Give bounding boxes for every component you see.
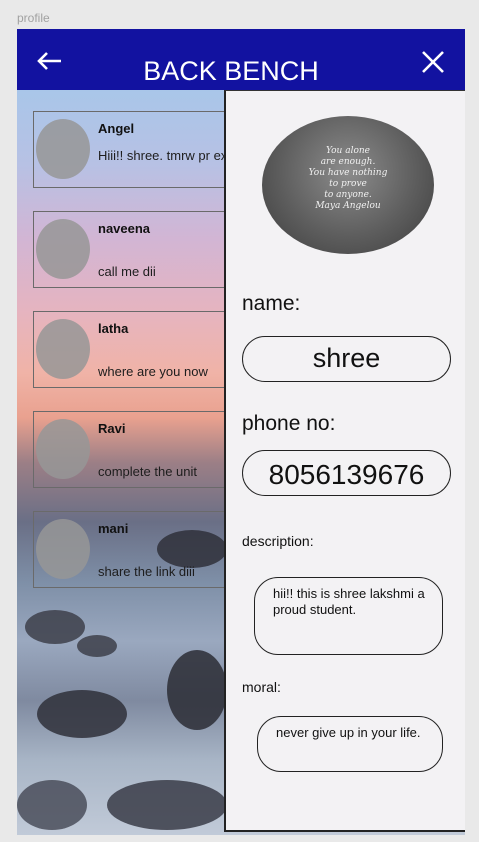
chat-item-mani[interactable]: mani share the link diii bbox=[33, 511, 243, 588]
profile-picture[interactable]: You alone are enough. You have nothing t… bbox=[262, 116, 434, 254]
chat-item-latha[interactable]: latha where are you now bbox=[33, 311, 243, 388]
frame-label: profile bbox=[17, 11, 50, 25]
description-label: description: bbox=[242, 533, 314, 549]
chat-item-angel[interactable]: Angel Hiii!! shree. tmrw pr exam bbox=[33, 111, 245, 188]
chat-item-ravi[interactable]: Ravi complete the unit bbox=[33, 411, 243, 488]
avatar bbox=[36, 419, 90, 479]
avatar bbox=[36, 219, 90, 279]
profile-panel: You alone are enough. You have nothing t… bbox=[224, 90, 465, 832]
chat-name: Ravi bbox=[98, 421, 126, 436]
name-label: name: bbox=[242, 292, 301, 315]
phone-label: phone no: bbox=[242, 412, 336, 435]
name-field[interactable]: shree bbox=[242, 336, 451, 382]
chat-name: Angel bbox=[98, 121, 135, 136]
chat-name: mani bbox=[98, 521, 129, 536]
avatar bbox=[36, 519, 90, 579]
chat-name: naveena bbox=[98, 221, 151, 236]
chat-name: latha bbox=[98, 321, 129, 336]
chat-item-naveena[interactable]: naveena call me dii bbox=[33, 211, 243, 288]
description-field[interactable]: hii!! this is shree lakshmi a proud stud… bbox=[254, 577, 443, 655]
profile-picture-quote: You alone are enough. You have nothing t… bbox=[308, 146, 388, 211]
phone-field[interactable]: 8056139676 bbox=[242, 450, 451, 496]
moral-label: moral: bbox=[242, 679, 281, 695]
app-title: BACK BENCH bbox=[143, 56, 319, 86]
avatar bbox=[36, 119, 90, 179]
app-header: BACK BENCH bbox=[17, 29, 465, 90]
close-icon[interactable] bbox=[421, 50, 445, 74]
phone-screen: BACK BENCH Angel Hiii!! shree. tmrw pr e… bbox=[17, 29, 465, 835]
avatar bbox=[36, 319, 90, 379]
moral-field[interactable]: never give up in your life. bbox=[257, 716, 443, 772]
